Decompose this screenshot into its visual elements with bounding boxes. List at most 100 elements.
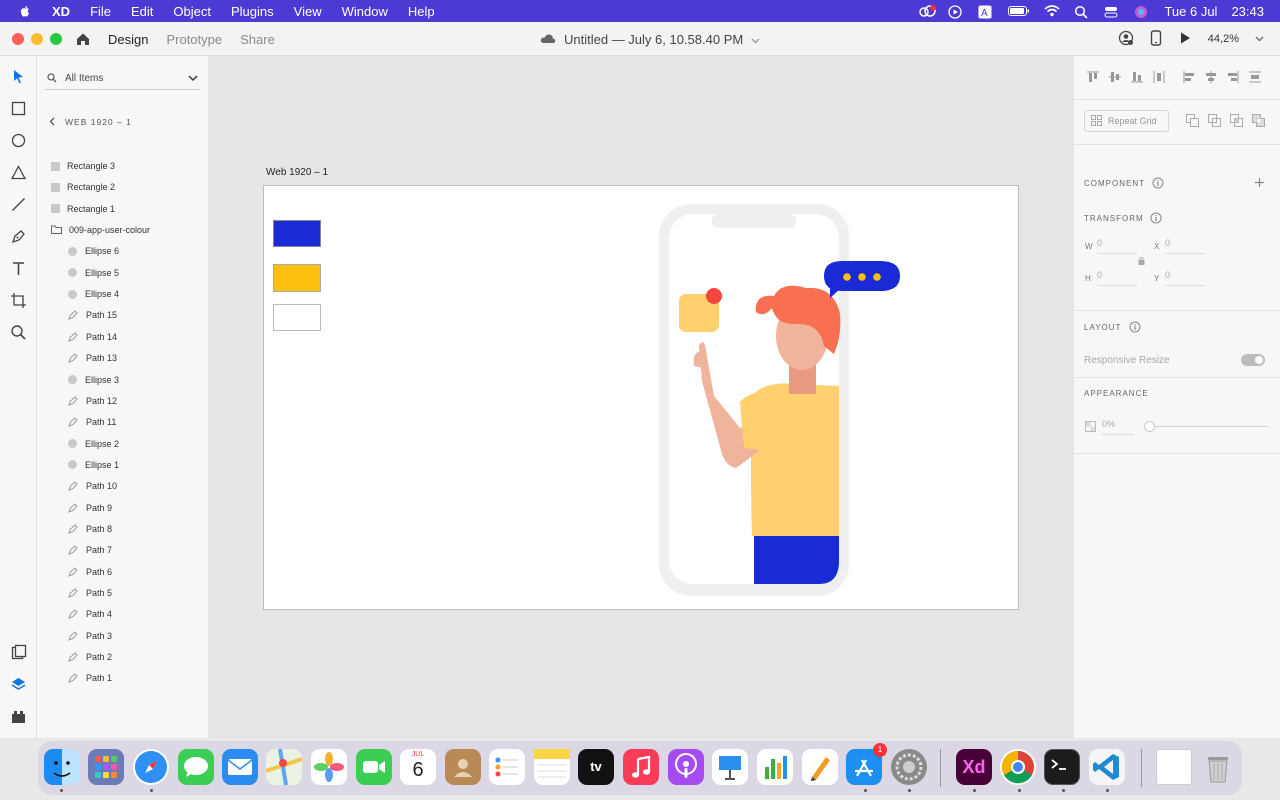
- align-right-icon[interactable]: [1226, 70, 1240, 86]
- layer-item[interactable]: Path 10: [37, 478, 209, 494]
- layer-item[interactable]: Ellipse 3: [37, 372, 209, 388]
- x-field[interactable]: 0: [1165, 238, 1205, 254]
- select-tool-icon[interactable]: [10, 68, 27, 85]
- apple-icon[interactable]: [18, 4, 32, 18]
- app-store-icon[interactable]: 1: [846, 743, 887, 785]
- layer-item[interactable]: Path 8: [37, 521, 209, 537]
- pages-icon[interactable]: [802, 749, 838, 785]
- align-bottom-icon[interactable]: [1130, 70, 1144, 86]
- line-tool-icon[interactable]: [10, 196, 27, 213]
- layer-item[interactable]: Ellipse 5: [37, 265, 209, 281]
- zoom-level[interactable]: 44,2%: [1208, 33, 1239, 45]
- lock-aspect-icon[interactable]: [1137, 256, 1146, 268]
- reminders-icon[interactable]: [489, 749, 525, 785]
- rectangle-3[interactable]: [273, 220, 321, 247]
- apple-tv-icon[interactable]: tv: [578, 749, 614, 785]
- distribute-horizontal-icon[interactable]: [1248, 70, 1262, 86]
- podcasts-icon[interactable]: [668, 749, 704, 785]
- menu-file[interactable]: File: [90, 4, 111, 19]
- mail-icon[interactable]: [222, 749, 258, 785]
- design-canvas[interactable]: Web 1920 – 1: [210, 56, 1073, 738]
- assets-panel-icon[interactable]: [10, 644, 27, 661]
- menubar-time[interactable]: 23:43: [1231, 4, 1264, 19]
- layer-item[interactable]: Rectangle 1: [37, 201, 209, 217]
- intersect-boolean-icon[interactable]: [1230, 114, 1243, 129]
- layer-item[interactable]: Path 11: [37, 414, 209, 430]
- share-user-icon[interactable]: [1118, 30, 1134, 49]
- tab-design[interactable]: Design: [108, 32, 148, 47]
- rectangle-tool-icon[interactable]: [10, 100, 27, 117]
- minimize-window-button[interactable]: [31, 33, 43, 45]
- keynote-icon[interactable]: [712, 749, 748, 785]
- maps-icon[interactable]: [265, 748, 303, 786]
- battery-icon[interactable]: [1008, 5, 1030, 17]
- pen-tool-icon[interactable]: [10, 228, 27, 245]
- creative-cloud-icon[interactable]: [918, 5, 937, 17]
- app-menu[interactable]: XD: [52, 4, 70, 19]
- menu-view[interactable]: View: [294, 4, 322, 19]
- layers-search[interactable]: All Items: [45, 68, 200, 90]
- adobe-xd-icon[interactable]: Xd: [956, 749, 992, 785]
- zoom-chevron-icon[interactable]: [1255, 33, 1264, 45]
- tab-share[interactable]: Share: [240, 32, 275, 47]
- finder-icon[interactable]: [44, 749, 80, 785]
- notes-icon[interactable]: [534, 749, 570, 785]
- opacity-slider-track[interactable]: [1146, 426, 1268, 427]
- layer-item[interactable]: 009-app-user-colour: [37, 222, 209, 238]
- artboard-label[interactable]: Web 1920 – 1: [266, 167, 328, 178]
- document-title[interactable]: Untitled — July 6, 10.58.40 PM: [540, 22, 760, 56]
- align-middle-icon[interactable]: [1108, 70, 1122, 86]
- layer-item[interactable]: Ellipse 4: [37, 286, 209, 302]
- menu-window[interactable]: Window: [342, 4, 388, 19]
- subtract-boolean-icon[interactable]: [1208, 114, 1221, 129]
- artboard[interactable]: [263, 185, 1019, 610]
- add-component-icon[interactable]: [1254, 177, 1265, 190]
- chrome-icon[interactable]: [1000, 749, 1036, 785]
- safari-icon[interactable]: [133, 749, 169, 785]
- keyboard-input-icon[interactable]: A: [978, 5, 994, 19]
- music-icon[interactable]: [623, 749, 659, 785]
- layers-panel-icon[interactable]: [10, 676, 27, 693]
- zoom-window-button[interactable]: [50, 33, 62, 45]
- layer-item[interactable]: Ellipse 6: [37, 243, 209, 259]
- height-field[interactable]: 0: [1097, 270, 1137, 286]
- rectangle-2[interactable]: [273, 264, 321, 292]
- menu-plugins[interactable]: Plugins: [231, 4, 274, 19]
- device-preview-icon[interactable]: [1150, 29, 1162, 49]
- chevron-down-icon[interactable]: [188, 74, 198, 84]
- menu-edit[interactable]: Edit: [131, 4, 153, 19]
- align-left-icon[interactable]: [1182, 70, 1196, 86]
- layer-item[interactable]: Path 15: [37, 307, 209, 323]
- layer-item[interactable]: Path 6: [37, 564, 209, 580]
- polygon-tool-icon[interactable]: [10, 164, 27, 181]
- plugins-panel-icon[interactable]: [10, 708, 27, 725]
- layer-item[interactable]: Path 14: [37, 329, 209, 345]
- layer-item[interactable]: Path 5: [37, 585, 209, 601]
- layer-item[interactable]: Path 13: [37, 350, 209, 366]
- back-chevron-icon[interactable]: [49, 117, 55, 128]
- align-top-icon[interactable]: [1086, 70, 1100, 86]
- responsive-resize-toggle[interactable]: [1241, 354, 1265, 366]
- photos-icon[interactable]: [311, 749, 347, 785]
- info-icon[interactable]: [1150, 212, 1162, 226]
- layer-item[interactable]: Path 2: [37, 649, 209, 665]
- tab-prototype[interactable]: Prototype: [166, 32, 222, 47]
- spotlight-search-icon[interactable]: [1074, 5, 1090, 19]
- info-icon[interactable]: [1129, 321, 1141, 335]
- trash-icon[interactable]: [1200, 749, 1236, 785]
- align-center-icon[interactable]: [1204, 70, 1218, 86]
- document-icon[interactable]: [1156, 749, 1192, 785]
- system-preferences-icon[interactable]: [891, 749, 927, 785]
- app-user-illustration[interactable]: [644, 196, 924, 606]
- y-field[interactable]: 0: [1165, 270, 1205, 286]
- play-circle-icon[interactable]: [948, 5, 964, 19]
- exclude-boolean-icon[interactable]: [1252, 114, 1265, 129]
- layer-item[interactable]: Path 7: [37, 542, 209, 558]
- siri-icon[interactable]: [1134, 5, 1150, 18]
- text-tool-icon[interactable]: [10, 260, 27, 277]
- terminal-icon[interactable]: [1044, 749, 1080, 785]
- layers-breadcrumb[interactable]: WEB 1920 – 1: [49, 114, 221, 130]
- artboard-tool-icon[interactable]: [10, 292, 27, 309]
- control-center-icon[interactable]: [1104, 5, 1120, 18]
- layer-item[interactable]: Path 4: [37, 606, 209, 622]
